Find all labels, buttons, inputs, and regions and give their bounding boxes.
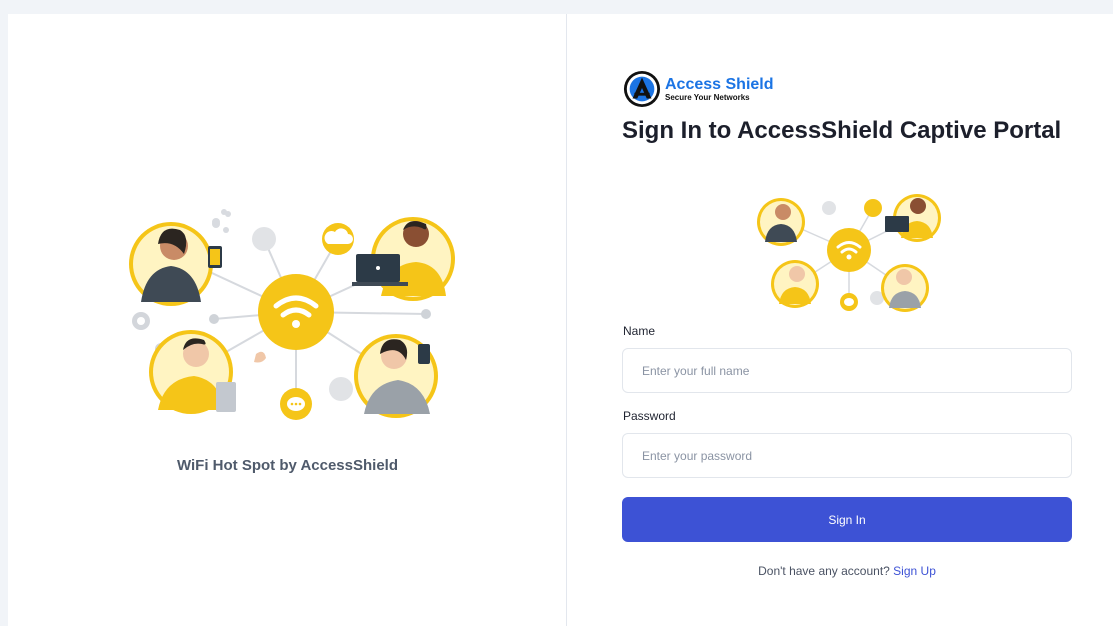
chat-bubble-icon [280,388,312,420]
share-icon [212,211,231,233]
left-panel: WiFi Hot Spot by AccessShield [8,14,567,626]
wifi-network-illustration [129,209,455,420]
name-label: Name [623,324,656,338]
brand-name: Access Shield [665,75,774,93]
signup-row: Don't have any account? Sign Up [622,564,1072,578]
sign-up-link[interactable]: Sign Up [893,564,936,578]
name-input[interactable] [622,348,1072,393]
wifi-network-mini-illustration [757,194,941,312]
wifi-icon [258,274,334,350]
page-title: Sign In to AccessShield Captive Portal [622,117,1062,144]
page-frame: WiFi Hot Spot by AccessShield Access Shi… [8,14,1113,626]
signup-prompt: Don't have any account? [758,564,890,578]
password-label: Password [623,409,676,423]
password-input[interactable] [622,433,1072,478]
sign-in-button[interactable]: Sign In [622,497,1072,542]
cloud-icon [322,223,354,255]
access-shield-logo [623,70,661,108]
brand-tagline: Secure Your Networks [665,92,750,102]
hotspot-caption: WiFi Hot Spot by AccessShield [176,457,398,474]
brand: Access Shield Secure Your Networks [623,70,774,108]
right-panel: Access Shield Secure Your Networks Sign … [567,14,1113,626]
